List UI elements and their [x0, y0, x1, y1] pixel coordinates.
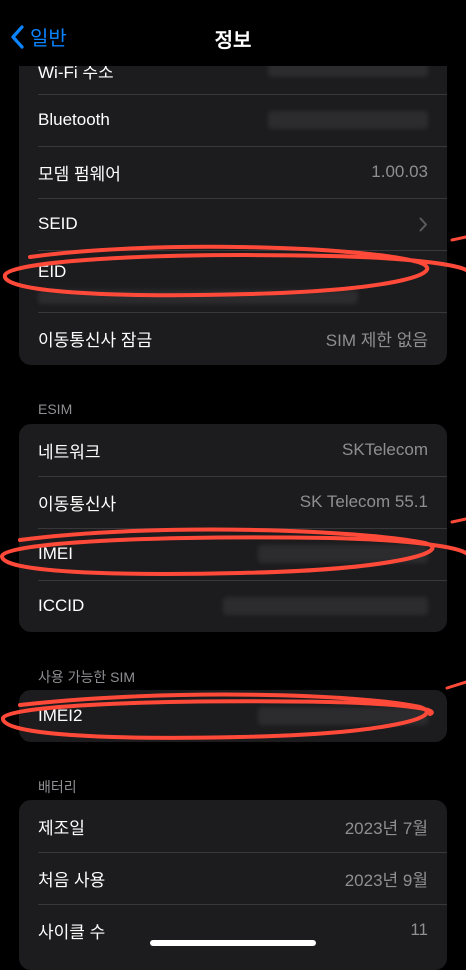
eid-value-redacted: [38, 290, 358, 304]
first-use-value: 2023년 9월: [344, 870, 428, 890]
imei2-row[interactable]: IMEI2: [19, 690, 447, 742]
carrier-lock-value: SIM 제한 없음: [325, 330, 428, 350]
carrier-lock-label: 이동통신사 잠금: [38, 330, 153, 350]
modem-firmware-value: 1.00.03: [371, 162, 428, 181]
eid-annotation-tail: [450, 235, 466, 242]
modem-firmware-label: 모뎀 펌웨어: [38, 164, 121, 184]
manufacture-date-value: 2023년 7월: [344, 818, 428, 838]
cycle-count-row[interactable]: 사이클 수 11: [19, 904, 447, 956]
carrier-lock-row[interactable]: 이동통신사 잠금 SIM 제한 없음: [19, 312, 447, 364]
imei2-value-redacted: [258, 707, 428, 725]
seid-row[interactable]: SEID: [19, 198, 447, 250]
first-use-label: 처음 사용: [38, 870, 106, 890]
iccid-label: ICCID: [38, 596, 85, 615]
imei-annotation-tail: [450, 517, 466, 524]
battery-section-header: 배터리: [38, 779, 77, 795]
bluetooth-row[interactable]: Bluetooth: [19, 94, 447, 146]
iccid-row[interactable]: ICCID: [19, 580, 447, 632]
eid-row[interactable]: EID: [19, 250, 447, 312]
seid-label: SEID: [38, 214, 78, 233]
manufacture-date-label: 제조일: [38, 818, 85, 838]
bluetooth-label: Bluetooth: [38, 110, 110, 129]
manufacture-date-row[interactable]: 제조일 2023년 7월: [19, 800, 447, 852]
modem-firmware-row[interactable]: 모뎀 펌웨어 1.00.03: [19, 146, 447, 198]
carrier-label: 이동통신사: [38, 494, 117, 514]
navigation-bar: 일반 정보: [0, 0, 466, 66]
imei-value-redacted: [258, 545, 428, 563]
available-sim-section-header: 사용 가능한 SIM: [38, 669, 136, 685]
network-row[interactable]: 네트워크 SKTelecom: [19, 424, 447, 476]
imei2-annotation-tail: [445, 680, 466, 690]
carrier-row[interactable]: 이동통신사 SK Telecom 55.1: [19, 476, 447, 528]
first-use-row[interactable]: 처음 사용 2023년 9월: [19, 852, 447, 904]
imei2-label: IMEI2: [38, 706, 83, 725]
iccid-value-redacted: [223, 597, 428, 615]
available-sim-group: IMEI2: [19, 690, 447, 742]
imei-label: IMEI: [38, 544, 73, 563]
esim-group: 네트워크 SKTelecom 이동통신사 SK Telecom 55.1 IME…: [19, 424, 447, 632]
carrier-value: SK Telecom 55.1: [299, 492, 428, 511]
esim-section-header: ESIM: [38, 401, 73, 417]
home-indicator[interactable]: [150, 940, 316, 946]
network-value: SKTelecom: [342, 440, 428, 459]
imei-row[interactable]: IMEI: [19, 528, 447, 580]
cycle-count-label: 사이클 수: [38, 922, 106, 942]
bluetooth-value-redacted: [268, 111, 428, 129]
chevron-right-icon: [419, 217, 427, 231]
cycle-count-value: 11: [410, 920, 428, 939]
device-info-group: Wi-Fi 주소 Bluetooth 모뎀 펌웨어 1.00.03 SEID E…: [19, 42, 447, 365]
network-label: 네트워크: [38, 442, 101, 462]
page-title: 정보: [214, 30, 252, 52]
eid-label: EID: [38, 262, 67, 281]
